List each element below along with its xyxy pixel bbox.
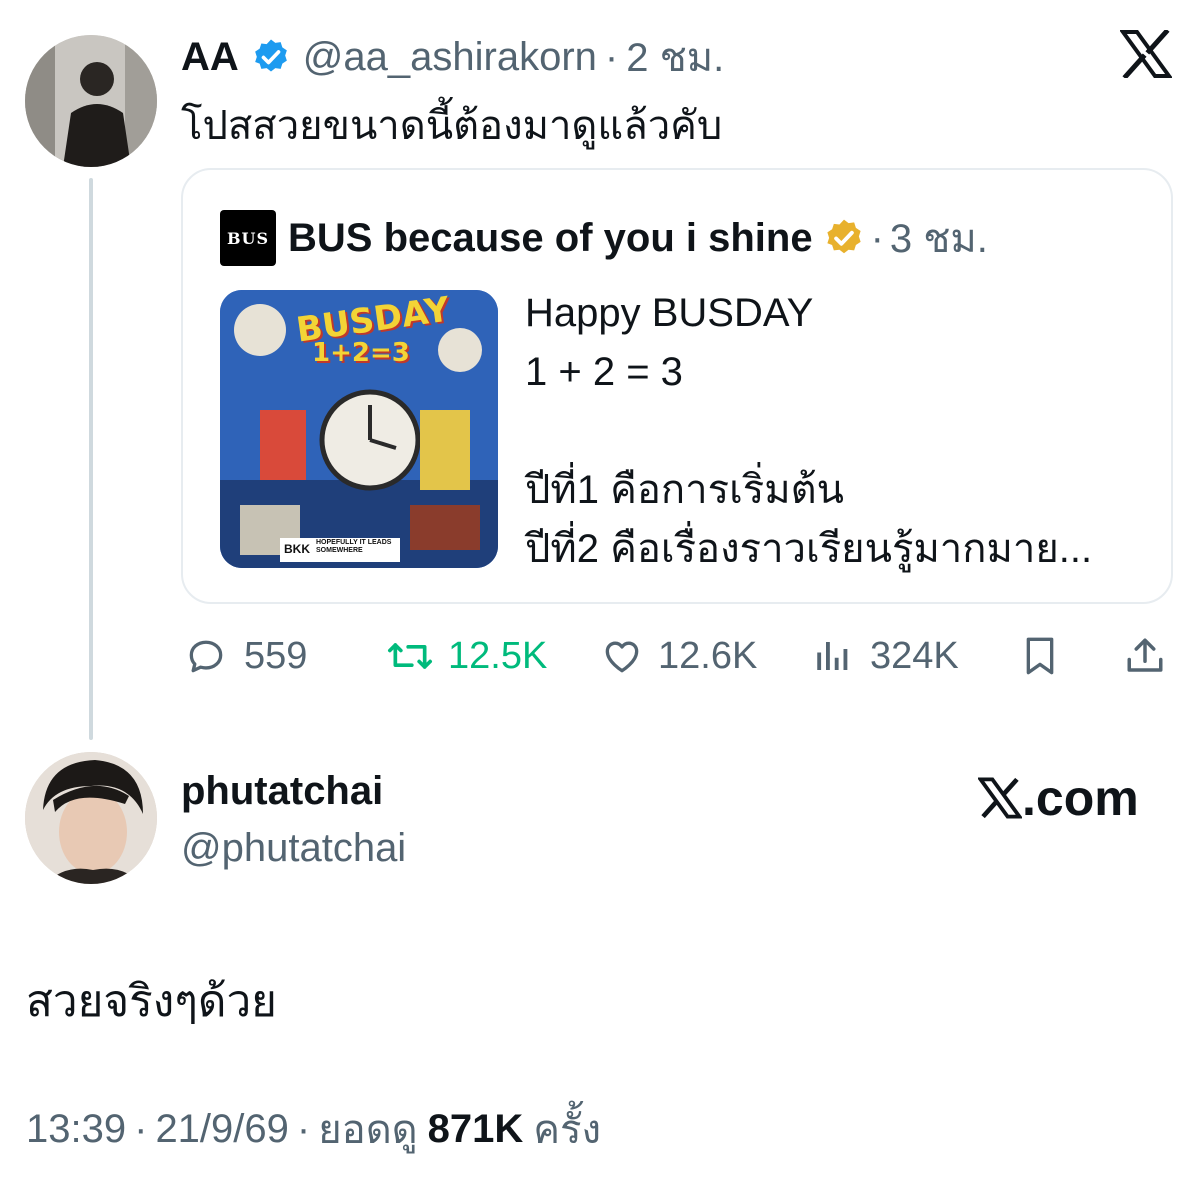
parent-author-handle[interactable]: @aa_ashirakorn [303,35,597,80]
bookmark-button[interactable] [1020,630,1060,682]
person-photo-icon [25,752,157,884]
parent-header: AA @aa_ashirakorn · 2 ชม. [181,32,724,82]
footer-views-suffix: ครั้ง [533,1108,602,1152]
footer-date[interactable]: 21/9/69 [155,1107,288,1152]
views-button[interactable]: 324K [812,630,959,682]
quoted-tweet-card[interactable]: BUS BUS because of you i shine · 3 ชม. B… [181,168,1173,604]
parent-avatar[interactable] [25,35,157,167]
thread-line [89,178,93,740]
reply-button[interactable]: 559 [184,630,307,682]
parent-tweet-text: โปสสวยขนาดนี้ต้องมาดูแล้วคับ [181,104,723,148]
quoted-avatar[interactable]: BUS [220,210,276,266]
bookmark-icon [1020,634,1060,678]
separator-dot: · [870,215,884,260]
poster-tag: BKK [284,542,310,556]
quoted-time[interactable]: 3 ชม. [890,206,988,270]
reply-author-handle[interactable]: @phutatchai [181,826,406,871]
views-count: 324K [870,634,959,677]
parent-author-name[interactable]: AA [181,35,239,80]
quoted-text-line: Happy BUSDAY [525,291,814,335]
like-count: 12.6K [658,634,758,677]
x-com-text: .com [1022,770,1139,826]
reply-avatar[interactable] [25,752,157,884]
reply-icon [184,634,228,678]
quoted-text-line: ปีที่1 คือการเริ่มต้น [525,468,844,512]
quoted-author-name[interactable]: BUS because of you i shine [288,216,813,261]
x-logo-icon[interactable] [1119,28,1173,80]
reply-count: 559 [244,634,308,677]
reply-author-name[interactable]: phutatchai [181,769,383,814]
share-button[interactable] [1124,630,1166,682]
heart-icon [598,634,646,678]
quoted-text-line: ปีที่2 คือเรื่องราวเรียนรู้มากมาย... [525,527,1093,571]
separator-dot: · [134,1106,148,1151]
gold-verified-badge-icon [823,217,865,259]
reply-tweet-text: สวยจริงๆด้วย [26,977,277,1026]
like-button[interactable]: 12.6K [598,630,757,682]
quoted-text-line [525,402,1092,461]
tweet-footer: 13:39 · 21/9/69 · ยอดดู 871K ครั้ง [26,1104,601,1154]
repost-button[interactable]: 12.5K [386,630,547,682]
poster-equation: 1+2=3 [312,338,410,368]
bus-logo-icon: BUS [226,228,270,248]
repost-count: 12.5K [448,634,548,677]
quoted-header: BUS BUS because of you i shine · 3 ชม. [220,210,988,266]
parent-time[interactable]: 2 ชม. [626,25,724,89]
views-chart-icon [812,634,854,678]
repost-icon [386,634,434,678]
share-icon [1124,634,1166,678]
quoted-media-image[interactable]: BUSDAY 1+2=3 BKK HOPEFULLY IT LEADS SOME… [220,290,498,568]
separator-dot: · [296,1106,311,1151]
footer-time[interactable]: 13:39 [26,1107,126,1152]
quoted-tweet-text: Happy BUSDAY 1 + 2 = 3 ปีที่1 คือการเริ่… [525,284,1092,579]
poster-banner: HOPEFULLY IT LEADS SOMEWHERE [316,539,392,554]
separator-dot: · [604,34,619,79]
person-photo-icon [25,35,157,167]
footer-views-label: ยอดดู [318,1108,418,1152]
x-com-label: .com [978,770,1139,826]
x-com-logo-icon [978,776,1022,820]
verified-badge-icon [251,37,291,77]
quoted-text-line: 1 + 2 = 3 [525,350,683,394]
footer-views-count[interactable]: 871K [428,1107,524,1152]
